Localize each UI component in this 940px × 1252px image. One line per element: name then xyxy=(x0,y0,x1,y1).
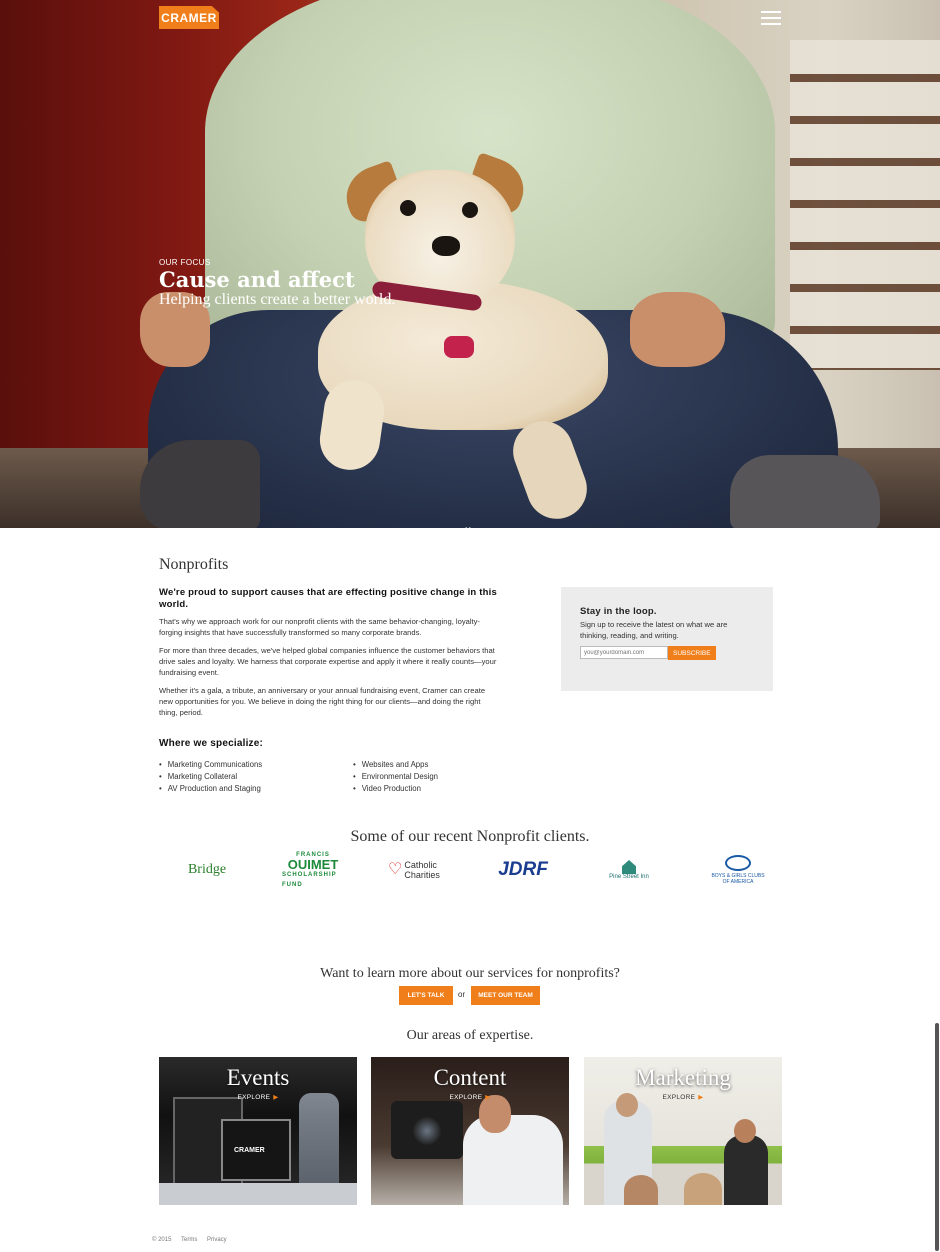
client-logo-ouimet: FRANCIS OUIMET SCHOLARSHIP FUND xyxy=(282,852,344,888)
list-item: Websites and Apps xyxy=(353,759,438,771)
cramer-logo[interactable]: CRAMER xyxy=(159,6,219,29)
tile-title: Content xyxy=(433,1065,507,1090)
list-item: Marketing Communications xyxy=(159,759,262,771)
expertise-tile-marketing[interactable]: Marketing EXPLORE ▶ xyxy=(584,1057,782,1205)
hero-dog-eye xyxy=(462,202,478,218)
expertise-tile-events[interactable]: CRAMER Events EXPLORE ▶ xyxy=(159,1057,357,1205)
content-person-shirt xyxy=(463,1115,563,1205)
bgc-mark-icon xyxy=(725,855,751,871)
client-logo-boys-girls-clubs: BOYS & GIRLS CLUBS OF AMERICA xyxy=(710,853,766,887)
body-paragraph: Whether it's a gala, a tribute, an anniv… xyxy=(159,686,486,718)
lets-talk-button[interactable]: LET'S TALK xyxy=(399,986,453,1005)
signup-title: Stay in the loop. xyxy=(580,606,657,617)
catholic-logo-text: Catholic Charities xyxy=(404,860,440,880)
newsletter-signup-box: Stay in the loop. Sign up to receive the… xyxy=(561,587,773,691)
background-slats xyxy=(790,40,940,370)
ouimet-logo-sub: SCHOLARSHIP FUND xyxy=(282,872,337,888)
hero-eyebrow: OUR FOCUS xyxy=(159,258,211,267)
events-floor xyxy=(159,1183,357,1205)
hero-hand-right xyxy=(630,292,725,367)
list-item: Marketing Collateral xyxy=(159,771,262,783)
email-field[interactable] xyxy=(580,646,668,659)
hero-shoe-left xyxy=(140,440,260,528)
chevron-down-icon[interactable]: ⌄ xyxy=(463,519,473,528)
play-arrow-icon: ▶ xyxy=(485,1094,491,1101)
meet-our-team-button[interactable]: MEET OUR TEAM xyxy=(471,986,540,1005)
specialize-heading: Where we specialize: xyxy=(159,738,264,749)
list-item: Video Production xyxy=(353,783,438,795)
hero-dog-eye xyxy=(400,200,416,216)
client-logo-jdrf: JDRF xyxy=(482,853,564,887)
house-icon xyxy=(622,860,636,874)
or-separator: or xyxy=(458,990,466,999)
marketing-person xyxy=(684,1173,722,1205)
marketing-person xyxy=(624,1175,658,1205)
bridge-logo-text: Bridge xyxy=(187,862,227,877)
client-logo-catholic-charities: ♡ Catholic Charities xyxy=(388,853,446,887)
hero-banner: CRAMER OUR FOCUS Cause and affect Helpin… xyxy=(0,0,940,528)
privacy-link[interactable]: Privacy xyxy=(207,1237,227,1243)
clients-title: Some of our recent Nonprofit clients. xyxy=(350,828,590,845)
expertise-tile-content[interactable]: Content EXPLORE ▶ xyxy=(371,1057,569,1205)
list-item: AV Production and Staging xyxy=(159,783,262,795)
subscribe-button[interactable]: SUBSCRIBE xyxy=(668,646,716,660)
specialize-list-right: Websites and Apps Environmental Design V… xyxy=(353,759,438,795)
client-logo-bridge: Bridge xyxy=(174,853,240,887)
tile-title: Events xyxy=(226,1065,290,1090)
copyright: © 2015 xyxy=(152,1237,172,1243)
explore-link[interactable]: EXPLORE ▶ xyxy=(584,1093,782,1101)
jdrf-logo-text: JDRF xyxy=(498,859,548,880)
pine-logo-text: Pine Street Inn xyxy=(609,874,649,880)
list-item: Environmental Design xyxy=(353,771,438,783)
marketing-person xyxy=(724,1135,768,1205)
hero-subline: Helping clients create a better world. xyxy=(159,291,396,308)
section-title: Nonprofits xyxy=(159,556,229,573)
explore-link[interactable]: EXPLORE ▶ xyxy=(371,1093,569,1101)
body-paragraph: For more than three decades, we've helpe… xyxy=(159,646,497,678)
signup-description: Sign up to receive the latest on what we… xyxy=(580,620,728,640)
cta-title: Want to learn more about our services fo… xyxy=(320,966,620,981)
explore-link[interactable]: EXPLORE ▶ xyxy=(159,1093,357,1101)
hero-shoe-right xyxy=(730,455,880,528)
events-case-label: CRAMER xyxy=(234,1147,265,1154)
terms-link[interactable]: Terms xyxy=(181,1237,197,1243)
tile-title: Marketing xyxy=(635,1065,731,1090)
client-logo-pine-street-inn: Pine Street Inn xyxy=(608,853,650,887)
bgc-logo-text: BOYS & GIRLS CLUBS OF AMERICA xyxy=(711,873,765,885)
play-arrow-icon: ▶ xyxy=(698,1094,704,1101)
body-paragraph: That's why we approach work for our nonp… xyxy=(159,617,480,638)
hero-headline: Cause and affect xyxy=(159,267,355,292)
ouimet-logo-name: OUIMET xyxy=(287,857,339,872)
hamburger-menu-icon[interactable] xyxy=(761,11,781,25)
areas-title: Our areas of expertise. xyxy=(406,1028,534,1043)
hero-dog-nose xyxy=(432,236,460,256)
hero-dog-tag xyxy=(444,336,474,358)
scrollbar[interactable] xyxy=(935,1023,939,1251)
marketing-person-head xyxy=(734,1119,756,1143)
content-camera-lens xyxy=(413,1117,441,1145)
footer: © 2015 Terms Privacy xyxy=(152,1237,235,1243)
heart-icon: ♡ xyxy=(388,861,403,878)
play-arrow-icon: ▶ xyxy=(273,1094,279,1101)
intro-statement: We're proud to support causes that are e… xyxy=(159,587,497,610)
specialize-list-left: Marketing Communications Marketing Colla… xyxy=(159,759,262,795)
